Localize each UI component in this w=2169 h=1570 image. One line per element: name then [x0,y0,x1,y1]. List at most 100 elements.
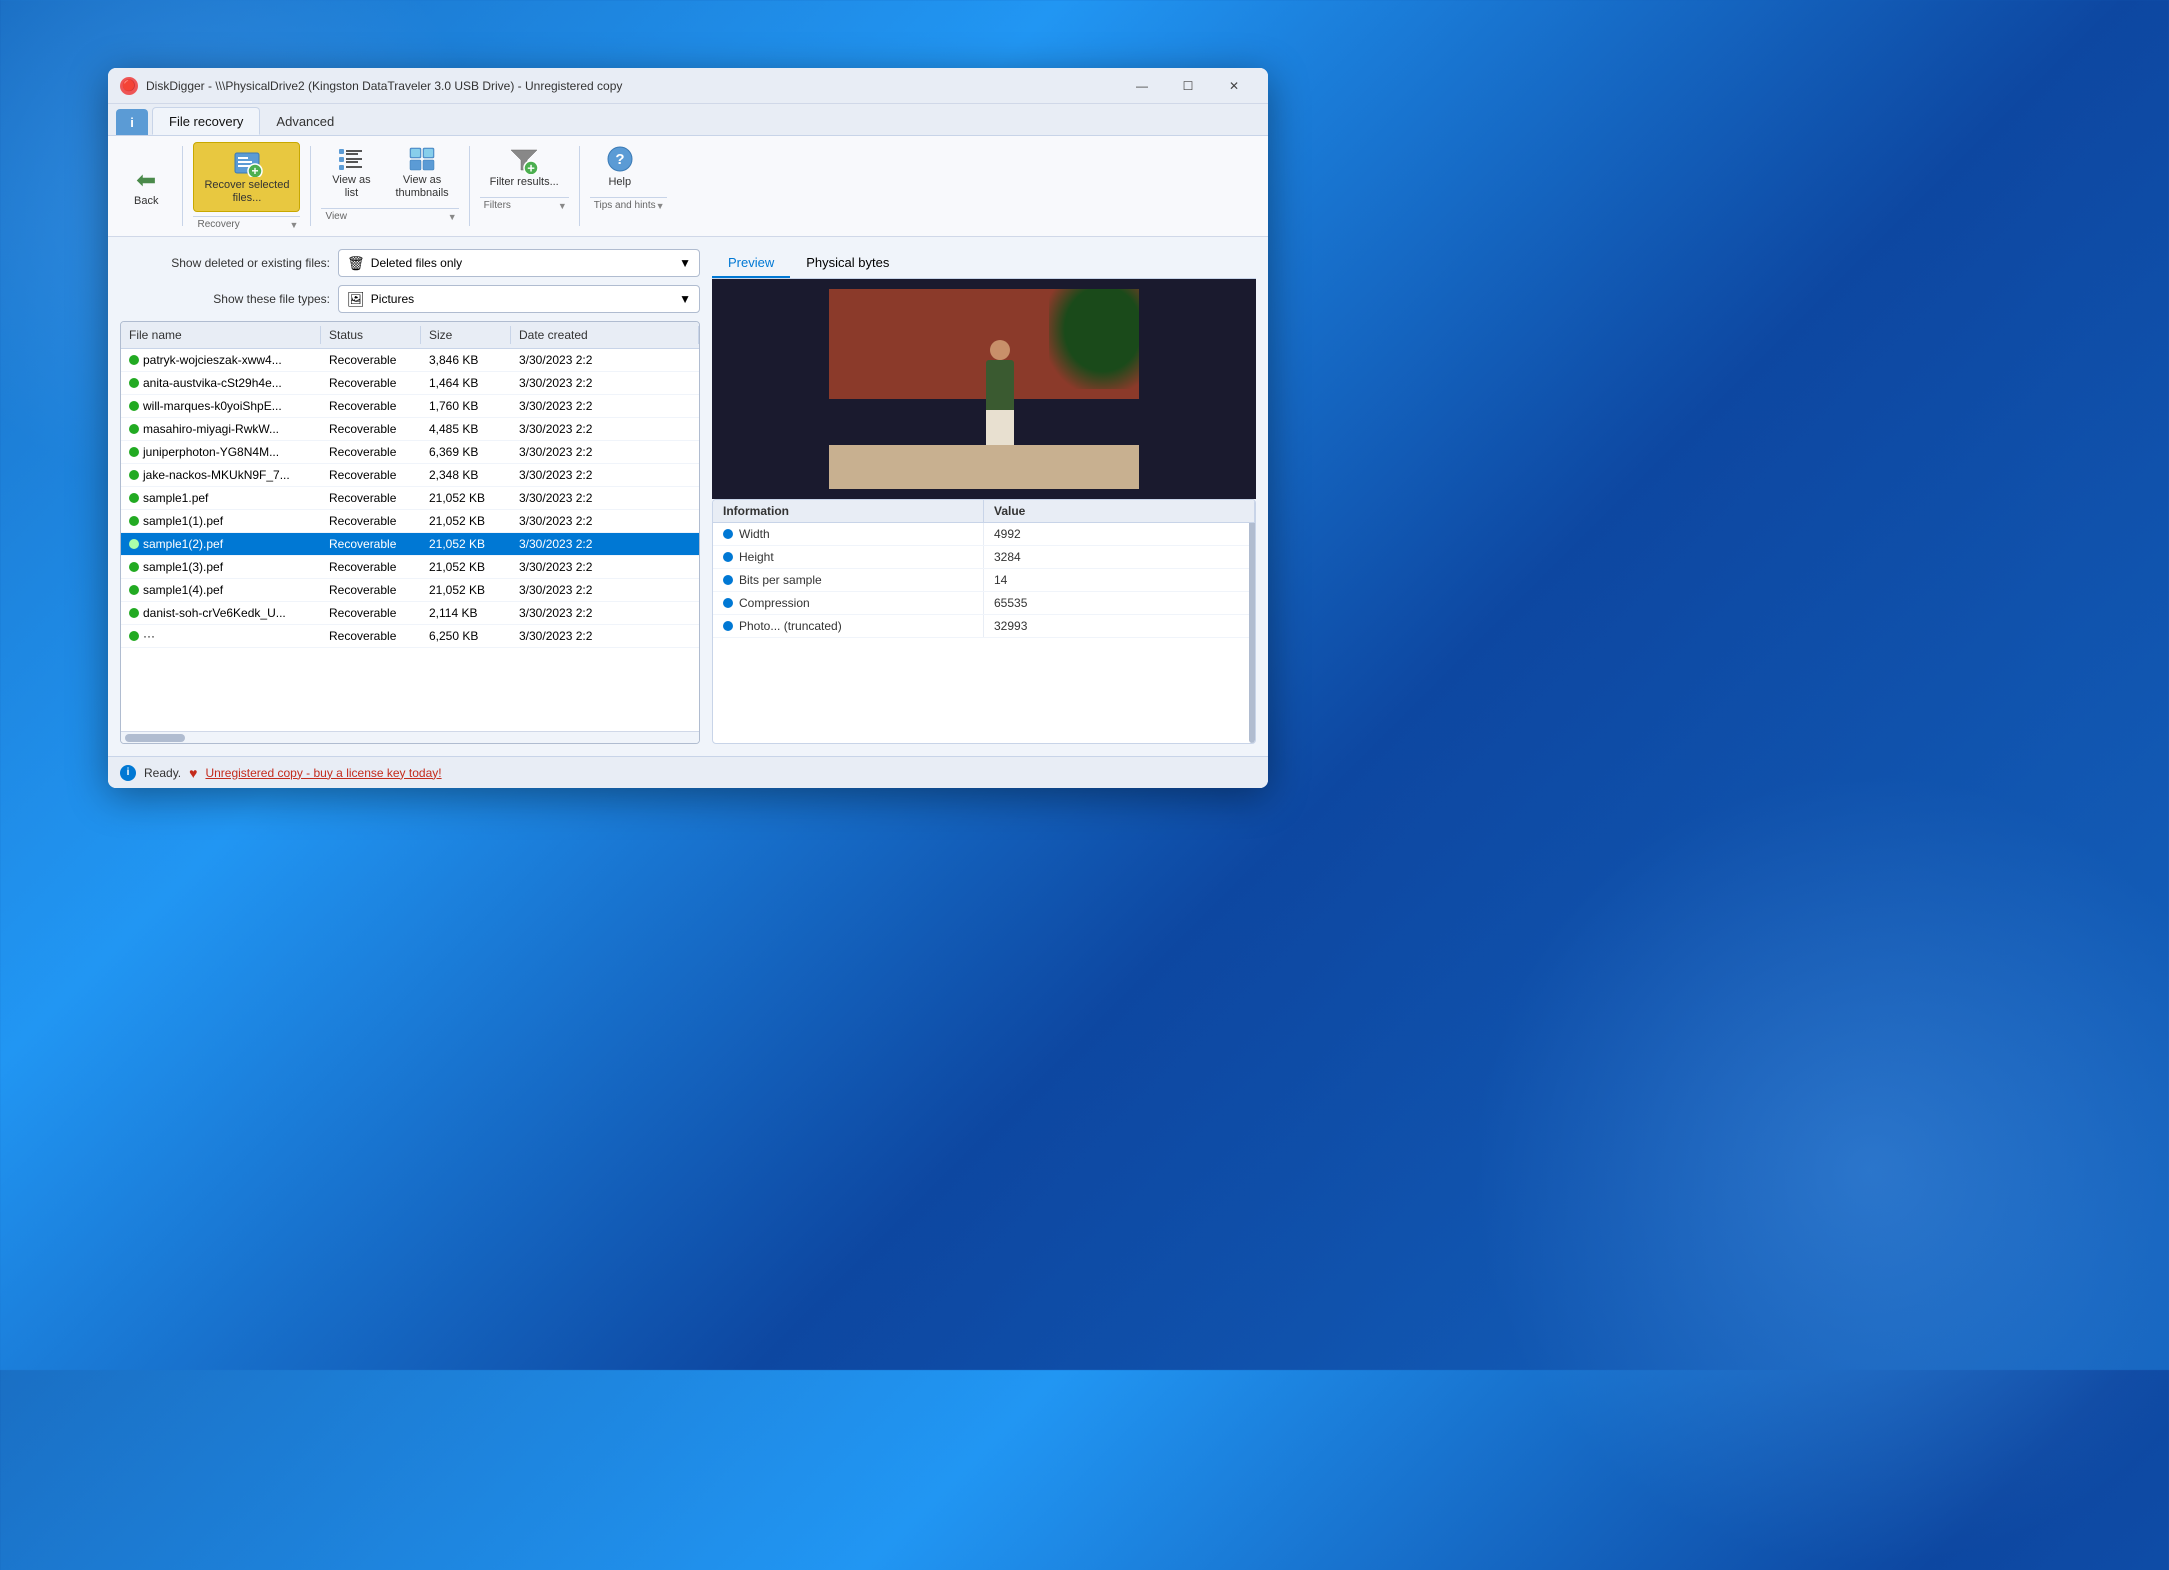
info-label-text: Compression [739,596,810,610]
tab-advanced[interactable]: Advanced [260,107,350,135]
info-label-cell: Height [713,546,984,568]
file-status-cell: Recoverable [321,443,421,461]
info-scrollbar[interactable] [1249,523,1255,743]
info-label-text: Width [739,527,770,541]
col-value: Value [984,500,1255,522]
file-size-cell: 2,114 KB [421,604,511,622]
deleted-filter-select[interactable]: 🗑 Deleted files only ▼ [338,249,700,277]
file-date-cell: 3/30/2023 2:2 [511,604,699,622]
right-panel: Preview Physical bytes [712,249,1256,744]
back-button[interactable]: ⬅ Back [120,142,172,230]
close-button[interactable]: ✕ [1212,71,1256,101]
file-name-text: danist-soh-crVe6Kedk_U... [143,606,286,620]
file-date-cell: 3/30/2023 2:2 [511,558,699,576]
col-filename[interactable]: File name [121,326,321,344]
tips-group-expand-icon[interactable]: ▼ [656,201,665,211]
file-size-cell: 4,485 KB [421,420,511,438]
file-status-cell: Recoverable [321,351,421,369]
recovery-group-expand-icon[interactable]: ▼ [290,220,299,230]
file-row[interactable]: sample1(2).pefRecoverable21,052 KB3/30/2… [121,533,699,556]
photo-person [986,340,1014,445]
view-group-expand-icon[interactable]: ▼ [448,212,457,222]
file-row[interactable]: danist-soh-crVe6Kedk_U...Recoverable2,11… [121,602,699,625]
filter-results-button[interactable]: + Filter results... [480,142,569,193]
file-size-cell: 2,348 KB [421,466,511,484]
person-head [990,340,1010,360]
window-controls: — ☐ ✕ [1120,71,1256,101]
tab-physical-bytes[interactable]: Physical bytes [790,249,905,278]
back-icon: ⬅ [136,166,156,195]
file-row[interactable]: anita-austvika-cSt29h4e...Recoverable1,4… [121,372,699,395]
file-name-text: sample1(2).pef [143,537,223,551]
maximize-button[interactable]: ☐ [1166,71,1210,101]
types-filter-dropdown-icon: ▼ [679,292,691,306]
file-row[interactable]: juniperphoton-YG8N4M... Recoverable6,369 … [121,441,699,464]
svg-text:+: + [251,164,258,177]
file-status-cell: Recoverable [321,374,421,392]
filter-label: Filter results... [490,176,559,189]
info-dot [723,621,733,631]
info-dot [723,552,733,562]
help-label: Help [608,176,631,189]
svg-text:?: ? [615,151,624,168]
tab-preview[interactable]: Preview [712,249,790,278]
toolbar-separator-1 [182,146,183,226]
file-status-dot [129,493,139,503]
view-as-thumbnails-button[interactable]: View asthumbnails [385,142,458,204]
application-window: 🔴 DiskDigger - \\\PhysicalDrive2 (Kingst… [108,68,1268,788]
file-name-text: sample1(4).pef [143,583,223,597]
toolbar-group-tips: ? Help Tips and hints ▼ [590,142,667,230]
file-status-cell: Recoverable [321,535,421,553]
main-content: Show deleted or existing files: 🗑 Delete… [108,237,1268,756]
recover-selected-button[interactable]: + Recover selectedfiles... [193,142,300,212]
file-list-body[interactable]: patryk-wojcieszak-xww4...Recoverable3,84… [121,349,699,731]
info-dot [723,575,733,585]
file-name-cell: jake-nackos-MKUkN9F_7... [121,466,321,484]
toolbar-separator-3 [469,146,470,226]
types-filter-select[interactable]: 🖼 Pictures ▼ [338,285,700,313]
tab-info[interactable]: i [116,109,148,135]
info-label-cell: Bits per sample [713,569,984,591]
file-size-cell: 21,052 KB [421,581,511,599]
info-row: Photo... (truncated)32993 [713,615,1255,638]
help-button[interactable]: ? Help [590,142,650,193]
col-date[interactable]: Date created [511,326,699,344]
file-row[interactable]: sample1.pefRecoverable21,052 KB3/30/2023… [121,487,699,510]
types-filter-value: Pictures [371,292,414,306]
minimize-button[interactable]: — [1120,71,1164,101]
info-table-body[interactable]: Width4992Height3284Bits per sample14Comp… [713,523,1255,743]
hscroll-thumb[interactable] [125,734,185,742]
view-as-list-button[interactable]: View aslist [321,142,381,204]
file-name-cell: anita-austvika-cSt29h4e... [121,374,321,392]
file-list-hscroll[interactable] [121,731,699,743]
types-filter-icon: 🖼 [347,291,365,308]
help-icon: ? [605,146,635,174]
tab-file-recovery[interactable]: File recovery [152,107,260,135]
info-row: Width4992 [713,523,1255,546]
file-date-cell: 3/30/2023 2:2 [511,420,699,438]
file-name-cell: juniperphoton-YG8N4M... [121,443,321,461]
col-size[interactable]: Size [421,326,511,344]
info-label-text: Height [739,550,774,564]
file-row[interactable]: jake-nackos-MKUkN9F_7...Recoverable2,348… [121,464,699,487]
file-row[interactable]: sample1(3).pefRecoverable21,052 KB3/30/2… [121,556,699,579]
info-label-cell: Compression [713,592,984,614]
file-status-cell: Recoverable [321,489,421,507]
file-row[interactable]: ···Recoverable6,250 KB3/30/2023 2:2 [121,625,699,648]
file-date-cell: 3/30/2023 2:2 [511,397,699,415]
toolbar-group-view: View aslist View asthumbnails [321,142,458,230]
file-date-cell: 3/30/2023 2:2 [511,581,699,599]
info-label-cell: Photo... (truncated) [713,615,984,637]
svg-text:+: + [527,161,535,175]
file-name-text: juniperphoton-YG8N4M... [143,445,279,459]
file-row[interactable]: sample1(4).pefRecoverable21,052 KB3/30/2… [121,579,699,602]
file-row[interactable]: will-marques-k0yoiShpE...Recoverable1,76… [121,395,699,418]
file-row[interactable]: patryk-wojcieszak-xww4...Recoverable3,84… [121,349,699,372]
file-row[interactable]: masahiro-miyagi-RwkW...Recoverable4,485 … [121,418,699,441]
toolbar-group-recovery: + Recover selectedfiles... Recovery ▼ [193,142,300,230]
status-unregistered-link[interactable]: Unregistered copy - buy a license key to… [205,766,441,780]
filters-group-expand-icon[interactable]: ▼ [558,201,567,211]
file-row[interactable]: sample1(1).pefRecoverable21,052 KB3/30/2… [121,510,699,533]
file-size-cell: 6,369 KB [421,443,511,461]
col-status[interactable]: Status [321,326,421,344]
